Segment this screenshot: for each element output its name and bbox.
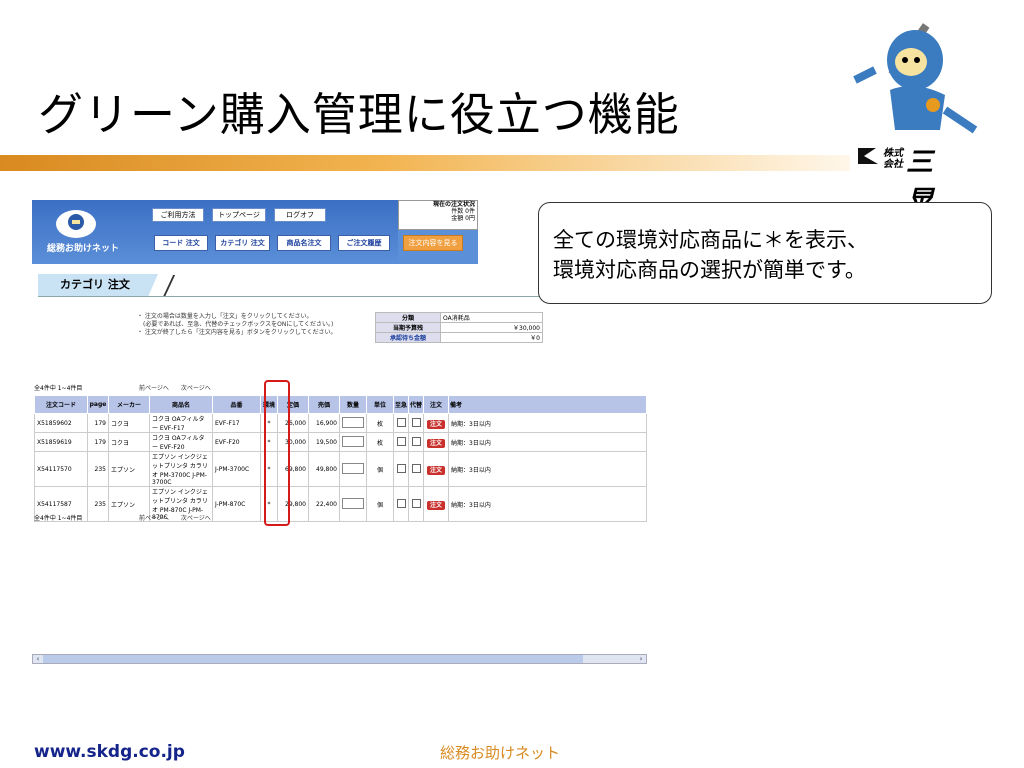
scroll-left-icon[interactable]: ‹ [33, 655, 43, 663]
table-row: X51859619 179 コクヨ コクヨ OAフィルター EVF-F20 EV… [34, 432, 647, 452]
eco-column-highlight [264, 380, 290, 526]
ninja-mascot-icon [853, 23, 978, 134]
status-amount-label: 金額 [451, 215, 464, 222]
status-title: 現在の注文状況 [432, 201, 475, 208]
pending-amount: ￥0 [440, 332, 543, 343]
next-page-link[interactable]: 次ページへ [181, 515, 211, 522]
urgent-checkbox[interactable] [396, 436, 406, 446]
budget-table: 分類 OA消耗品 当期予算残 ￥30,000 承認待ち金額 ￥0 [375, 312, 543, 343]
site-logo-icon [56, 210, 96, 238]
table-row: X51859602 179 コクヨ コクヨ OAフィルター EVF-F17 EV… [34, 413, 647, 433]
order-button[interactable]: 注文 [426, 500, 445, 510]
site-name[interactable]: 総務お助けネット [47, 241, 119, 254]
prev-page-link[interactable]: 前ページへ [139, 385, 169, 392]
urgent-checkbox[interactable] [396, 417, 406, 427]
scroll-right-icon[interactable]: › [636, 655, 646, 663]
quantity-input[interactable] [342, 416, 364, 428]
pagination-bottom: 前ページへ 次ページへ [139, 513, 221, 522]
order-button[interactable]: 注文 [426, 419, 445, 429]
quantity-input[interactable] [342, 497, 364, 509]
urgent-checkbox[interactable] [396, 498, 406, 508]
footer-url[interactable]: www.skdg.co.jp [34, 742, 185, 762]
logoff-button[interactable]: ログオフ [274, 208, 326, 222]
substitute-checkbox[interactable] [411, 463, 421, 473]
substitute-checkbox[interactable] [411, 436, 421, 446]
callout-box: 全ての環境対応商品に＊を表示、 環境対応商品の選択が簡単です。 [538, 202, 992, 304]
budget-remaining: ￥30,000 [440, 322, 543, 333]
substitute-checkbox[interactable] [411, 498, 421, 508]
order-button[interactable]: 注文 [426, 438, 445, 448]
prev-page-link[interactable]: 前ページへ [139, 515, 169, 522]
order-status-box: 現在の注文状況 件数 0件 金額 0円 [398, 200, 478, 230]
quantity-input[interactable] [342, 462, 364, 474]
top-page-button[interactable]: トップページ [212, 208, 266, 222]
product-name-order-button[interactable]: 商品名注文 [277, 235, 331, 251]
category-value: OA消耗品 [440, 312, 543, 323]
usage-guide-button[interactable]: ご利用方法 [152, 208, 204, 222]
company-mark-icon [858, 148, 878, 164]
result-count: 全4件中 1~4件目 [34, 385, 83, 392]
footer-brand: 総務お助けネット [440, 744, 561, 762]
pagination-top: 前ページへ 次ページへ [139, 383, 221, 392]
callout-line-1: 全ての環境対応商品に＊を表示、 [553, 228, 868, 252]
status-count-label: 件数 [451, 208, 464, 215]
table-row: X54117587 235 エプソン エプソン インクジェットプリンタ カラリオ… [34, 486, 647, 522]
instruction-notes: ・ 注文の場合は数量を入力し「注文」をクリックしてください。 (必要であれば、至… [137, 313, 337, 336]
slide-title: グリーン購入管理に役立つ機能 [38, 88, 680, 141]
table-header: 注文コード page メーカー 商品名 品番 環境 定価 売価 数量 単位 至急… [34, 395, 647, 414]
callout-line-2: 環境対応商品の選択が簡単です。 [553, 258, 866, 282]
urgent-checkbox[interactable] [396, 463, 406, 473]
order-history-button[interactable]: ご注文履歴 [338, 235, 390, 251]
title-underline-bar [0, 155, 850, 171]
code-order-button[interactable]: コード 注文 [154, 235, 208, 251]
page-title: カテゴリ 注文 [38, 274, 158, 296]
product-table: 注文コード page メーカー 商品名 品番 環境 定価 売価 数量 単位 至急… [34, 395, 647, 522]
table-row: X54117570 235 エプソン エプソン インクジェットプリンタ カラリオ… [34, 451, 647, 487]
company-type: 株式 会社 [883, 148, 903, 170]
scroll-thumb[interactable] [43, 655, 583, 663]
result-count-bottom: 全4件中 1~4件目 [34, 515, 83, 522]
status-amount: 0円 [465, 215, 475, 222]
view-order-button[interactable]: 注文内容を見る [403, 235, 463, 251]
next-page-link[interactable]: 次ページへ [181, 385, 211, 392]
status-count: 0件 [465, 208, 475, 215]
category-order-button[interactable]: カテゴリ 注文 [215, 235, 270, 251]
horizontal-scrollbar[interactable]: ‹ › [32, 654, 647, 664]
substitute-checkbox[interactable] [411, 417, 421, 427]
order-button[interactable]: 注文 [426, 465, 445, 475]
quantity-input[interactable] [342, 435, 364, 447]
